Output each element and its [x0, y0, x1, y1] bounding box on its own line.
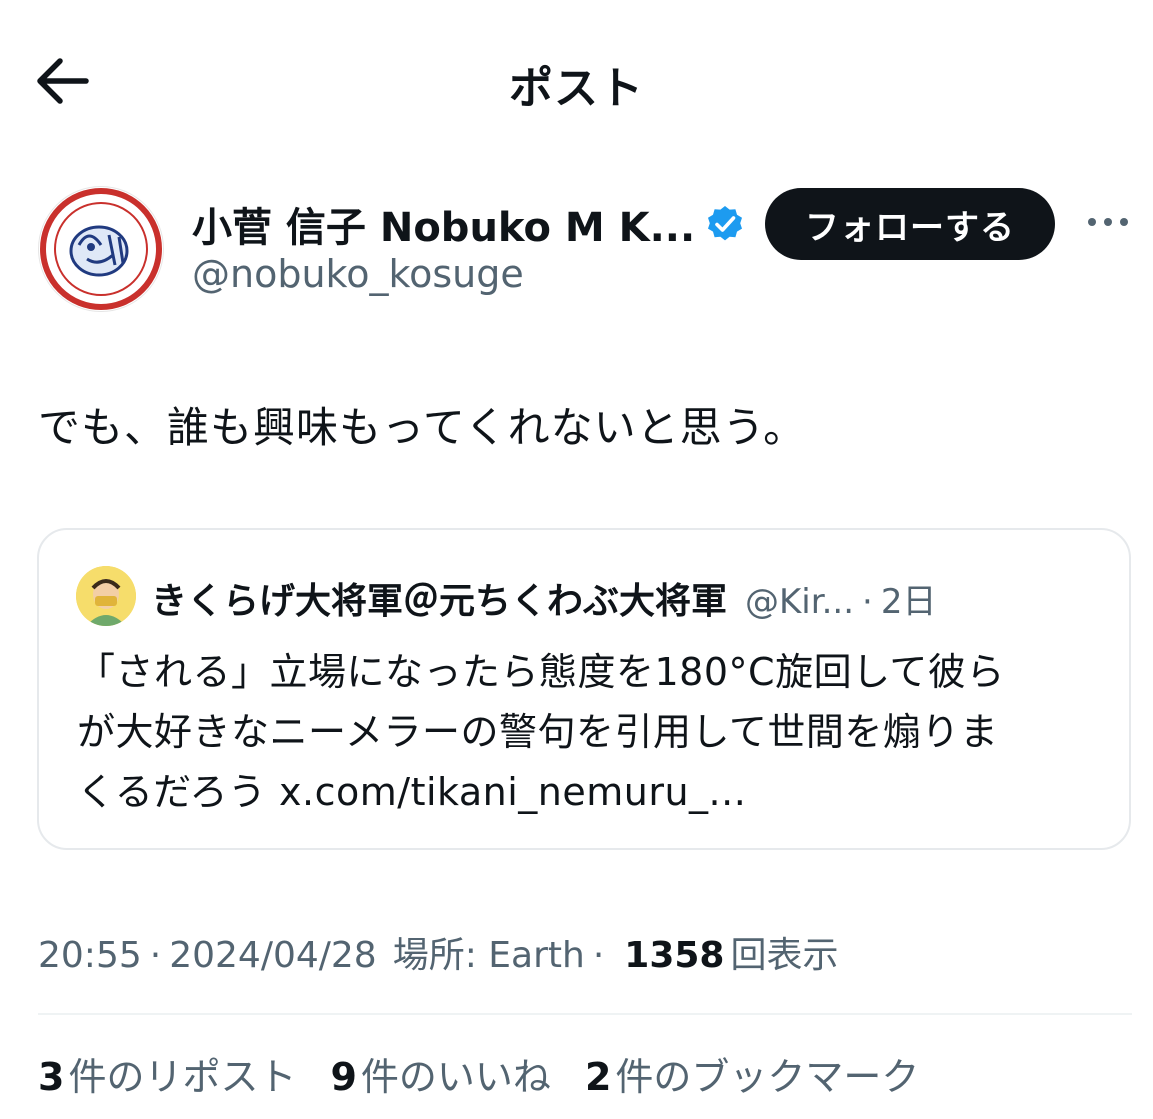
post-location: 場所: Earth — [392, 935, 585, 976]
quoted-author-avatar — [76, 566, 136, 626]
repost-count: 3 — [38, 1055, 65, 1099]
view-count[interactable]: 1358 — [624, 935, 724, 976]
bookmark-count-link[interactable]: 2 件のブックマーク — [585, 1046, 919, 1101]
view-label: 回表示 — [730, 935, 839, 976]
quoted-post-text: 「される」立場になったら態度を180°C旋回して彼ら が大好きなニーメラーの警句… — [77, 642, 1117, 822]
separator-dot: · — [862, 582, 873, 622]
quoted-post-time: 2日 — [880, 582, 937, 622]
like-label: 件のいいね — [360, 1055, 551, 1099]
bookmark-label: 件のブックマーク — [615, 1055, 920, 1099]
quoted-author-handle: @Kir... — [745, 582, 855, 622]
separator-dot: · — [149, 935, 162, 976]
like-count: 9 — [330, 1055, 357, 1099]
follow-button[interactable]: フォローする — [765, 188, 1055, 260]
engagement-stats: 3 件のリポスト 9 件のいいね 2 件のブックマーク — [38, 1046, 953, 1101]
bookmark-count: 2 — [584, 1055, 612, 1099]
quoted-text-line: 「される」立場になったら態度を180°C旋回して彼ら — [77, 650, 1005, 694]
author-name[interactable]: 小菅 信子 Nobuko M K... — [192, 195, 695, 253]
quoted-post[interactable]: きくらげ大将軍＠元ちくわぶ大将軍 @Kir... · 2日 「される」立場になっ… — [37, 528, 1131, 850]
verified-badge-icon — [708, 206, 743, 241]
top-bar: ポスト — [0, 0, 1153, 164]
separator-dot: · — [592, 935, 605, 976]
post-text: でも、誰も興味もってくれないと思う。 — [38, 403, 807, 452]
author-avatar[interactable] — [38, 186, 164, 312]
author-row: 小菅 信子 Nobuko M K... @nobuko_kosuge フォローす… — [0, 180, 1153, 320]
post-meta: 20:55 · 2024/04/28 場所: Earth · 1358 回表示 — [38, 926, 839, 978]
page-title: ポスト — [509, 63, 644, 114]
divider — [38, 1013, 1132, 1015]
quoted-author-name: きくらげ大将軍＠元ちくわぶ大将軍 — [151, 581, 728, 622]
quoted-text-line: くるだろう x.com/tikani_nemuru_... — [77, 770, 747, 814]
quoted-post-header: きくらげ大将軍＠元ちくわぶ大将軍 @Kir... · 2日 — [151, 572, 937, 624]
repost-count-link[interactable]: 3 件のリポスト — [38, 1046, 296, 1101]
avatar-illustration — [40, 188, 162, 310]
quoted-text-line: が大好きなニーメラーの警句を引用して世間を煽りま — [77, 710, 999, 754]
quoted-avatar-illustration — [76, 566, 136, 626]
author-name-row: 小菅 信子 Nobuko M K... — [192, 196, 745, 252]
more-options-button[interactable] — [1084, 198, 1132, 246]
like-count-link[interactable]: 9 件のいいね — [330, 1046, 550, 1101]
repost-label: 件のリポスト — [68, 1055, 297, 1099]
post-date: 2024/04/28 — [169, 935, 377, 976]
author-handle[interactable]: @nobuko_kosuge — [192, 252, 524, 296]
post-time: 20:55 — [38, 935, 142, 976]
more-horizontal-icon — [1088, 218, 1128, 226]
